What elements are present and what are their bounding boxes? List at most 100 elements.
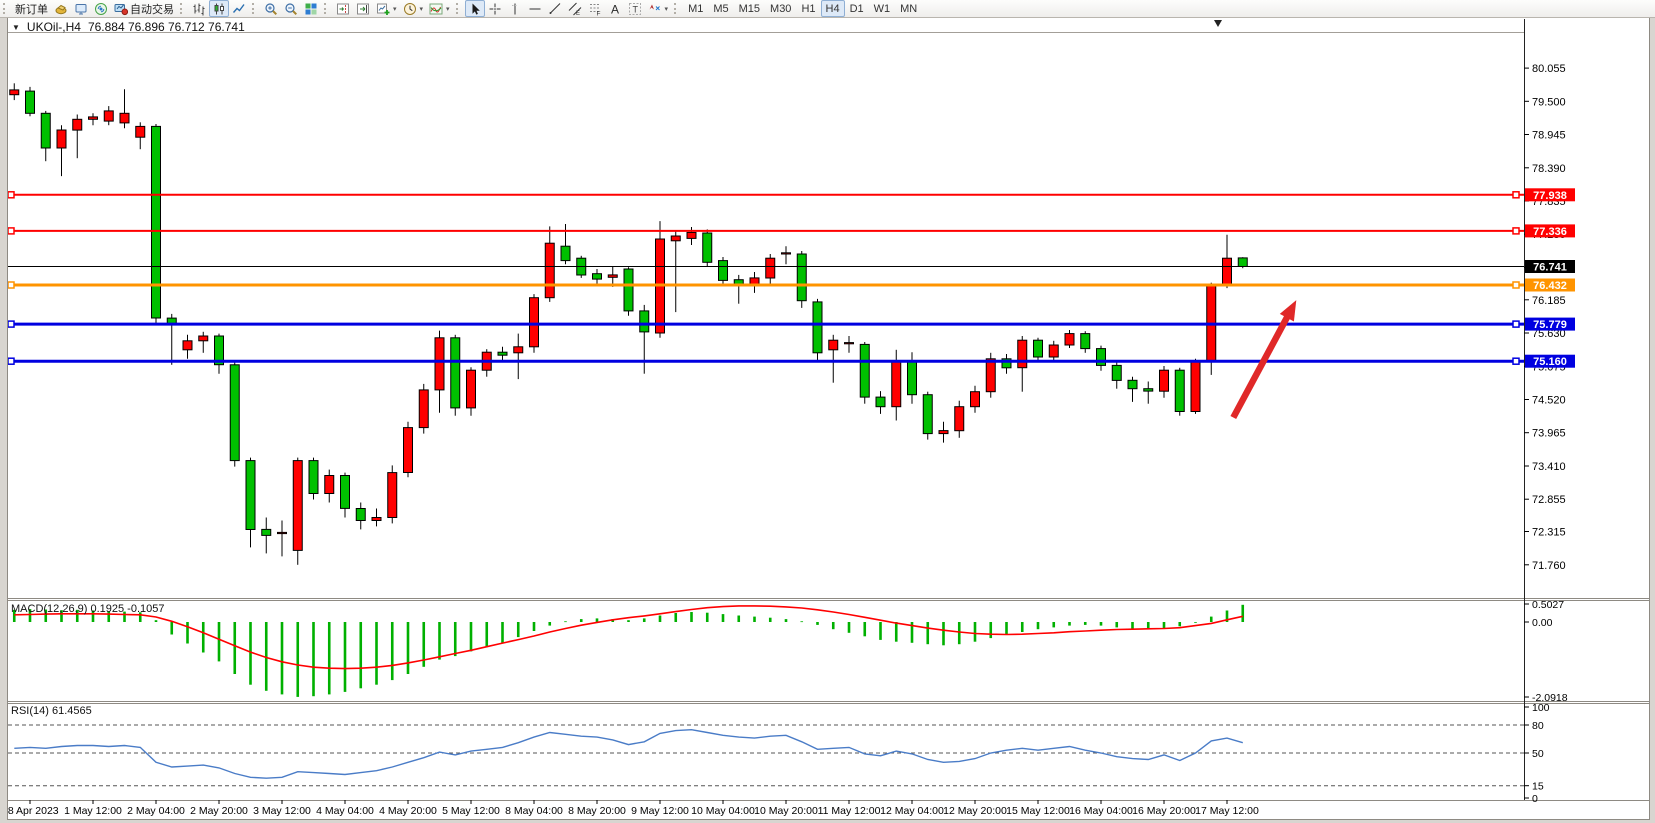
indicators-button[interactable]: ▾ — [426, 0, 453, 17]
timeframe-m30[interactable]: M30 — [765, 0, 796, 17]
svg-text:50: 50 — [1532, 748, 1544, 760]
zoom-out-icon[interactable] — [281, 0, 301, 17]
autotrading-button-label: 自动交易 — [130, 1, 174, 17]
equidistant-channel-icon-glyph: E — [568, 2, 582, 16]
auto-scroll-icon-glyph — [356, 2, 370, 16]
svg-text:12 May 04:00: 12 May 04:00 — [880, 805, 944, 817]
toolbar-grip — [3, 3, 8, 14]
indicators-glyph — [429, 2, 443, 16]
line-handle[interactable] — [1513, 192, 1519, 198]
toolbar-grip — [456, 3, 461, 14]
svg-text:73.965: 73.965 — [1532, 428, 1566, 440]
fibonacci-icon-glyph: F — [588, 2, 602, 16]
svg-text:77.336: 77.336 — [1533, 226, 1567, 238]
line-handle[interactable] — [1513, 358, 1519, 364]
svg-text:72.315: 72.315 — [1532, 527, 1566, 539]
timeframe-m1[interactable]: M1 — [683, 0, 708, 17]
bar-chart-icon-glyph — [192, 2, 206, 16]
svg-text:3 May 12:00: 3 May 12:00 — [253, 805, 311, 817]
timeframe-w1[interactable]: W1 — [869, 0, 896, 17]
svg-text:15 May 12:00: 15 May 12:00 — [1006, 805, 1070, 817]
svg-text:A: A — [611, 2, 619, 16]
line-handle[interactable] — [1513, 228, 1519, 234]
chart-window-icon[interactable] — [51, 0, 71, 17]
cursor-icon-glyph — [468, 2, 482, 16]
timeframe-mn[interactable]: MN — [895, 0, 922, 17]
line-handle[interactable] — [8, 282, 14, 288]
svg-text:2 May 20:00: 2 May 20:00 — [190, 805, 248, 817]
new-order-button-label: 新订单 — [15, 1, 48, 17]
svg-text:79.500: 79.500 — [1532, 96, 1566, 108]
chevron-down-icon: ▾ — [420, 5, 424, 13]
chart-collapse-icon[interactable]: ▼ — [12, 23, 20, 32]
svg-text:75.779: 75.779 — [1533, 319, 1567, 331]
line-chart-icon-glyph — [232, 2, 246, 16]
signal-center-icon-glyph — [94, 2, 108, 16]
zoom-out-icon-glyph — [284, 2, 298, 16]
svg-text:28 Apr 2023: 28 Apr 2023 — [2, 805, 59, 817]
vertical-line-icon[interactable] — [505, 0, 525, 17]
svg-text:80.055: 80.055 — [1532, 63, 1566, 75]
new-chart-button[interactable]: ▾ — [373, 0, 400, 17]
line-handle[interactable] — [8, 321, 14, 327]
autotrading-glyph — [114, 2, 128, 16]
new-order-button[interactable]: 新订单 — [12, 0, 51, 17]
bar-chart-icon[interactable] — [189, 0, 209, 17]
trendline-icon[interactable] — [545, 0, 565, 17]
timeframe-d1[interactable]: D1 — [845, 0, 869, 17]
crosshair-icon[interactable] — [485, 0, 505, 17]
text-icon[interactable]: A — [605, 0, 625, 17]
candlestick-chart-icon[interactable] — [209, 0, 229, 17]
chart-shift-icon[interactable] — [333, 0, 353, 17]
toolbar-grip — [324, 3, 329, 14]
text-label-icon[interactable]: T — [625, 0, 645, 17]
svg-text:71.760: 71.760 — [1532, 560, 1566, 572]
line-chart-icon[interactable] — [229, 0, 249, 17]
line-handle[interactable] — [1513, 282, 1519, 288]
main-chart-area[interactable] — [8, 20, 1524, 598]
toolbar-grip — [674, 3, 679, 14]
price-badge: 75.779 — [1525, 318, 1575, 332]
market-watch-icon[interactable] — [71, 0, 91, 17]
chart-shift-icon-glyph — [336, 2, 350, 16]
chart-ohlc: 76.884 76.896 76.712 76.741 — [88, 20, 245, 34]
svg-text:78.945: 78.945 — [1532, 130, 1566, 142]
timeframe-m5[interactable]: M5 — [708, 0, 733, 17]
text-label-icon-glyph: T — [628, 2, 642, 16]
svg-text:16 May 20:00: 16 May 20:00 — [1132, 805, 1196, 817]
chart-svg[interactable]: 80.05579.50078.94578.39077.83577.28076.7… — [0, 0, 1655, 823]
periods-button[interactable]: ▾ — [400, 0, 427, 17]
text-icon-glyph: A — [608, 2, 622, 16]
line-handle[interactable] — [1513, 321, 1519, 327]
svg-text:76.741: 76.741 — [1533, 262, 1567, 274]
svg-text:76.432: 76.432 — [1533, 280, 1567, 292]
chart-symbol-period: UKOil-,H4 — [27, 20, 81, 34]
periods-glyph — [403, 2, 417, 16]
auto-scroll-icon[interactable] — [353, 0, 373, 17]
arrows-icon[interactable]: ▾ — [645, 0, 672, 17]
timeframe-h4[interactable]: H4 — [821, 0, 845, 17]
svg-text:0.5027: 0.5027 — [1532, 599, 1564, 611]
timeframe-h1[interactable]: H1 — [796, 0, 820, 17]
equidistant-channel-icon[interactable]: E — [565, 0, 585, 17]
crosshair-icon-glyph — [488, 2, 502, 16]
timeframe-m15[interactable]: M15 — [734, 0, 765, 17]
svg-text:T: T — [632, 4, 638, 14]
svg-text:16 May 04:00: 16 May 04:00 — [1069, 805, 1133, 817]
market-watch-icon-glyph — [74, 2, 88, 16]
signal-center-icon[interactable] — [91, 0, 111, 17]
tile-windows-icon[interactable] — [301, 0, 321, 17]
line-handle[interactable] — [8, 192, 14, 198]
line-handle[interactable] — [8, 358, 14, 364]
chevron-down-icon: ▾ — [665, 5, 669, 13]
line-handle[interactable] — [8, 228, 14, 234]
horizontal-line-icon[interactable] — [525, 0, 545, 17]
cursor-icon[interactable] — [465, 0, 485, 17]
fibonacci-icon[interactable]: F — [585, 0, 605, 17]
toolbar-grip — [180, 3, 185, 14]
price-badge: 76.741 — [1525, 260, 1575, 274]
arrows-icon-glyph — [648, 2, 662, 16]
svg-text:10 May 04:00: 10 May 04:00 — [691, 805, 755, 817]
autotrading-button[interactable]: 自动交易 — [111, 0, 177, 17]
zoom-in-icon[interactable] — [261, 0, 281, 17]
